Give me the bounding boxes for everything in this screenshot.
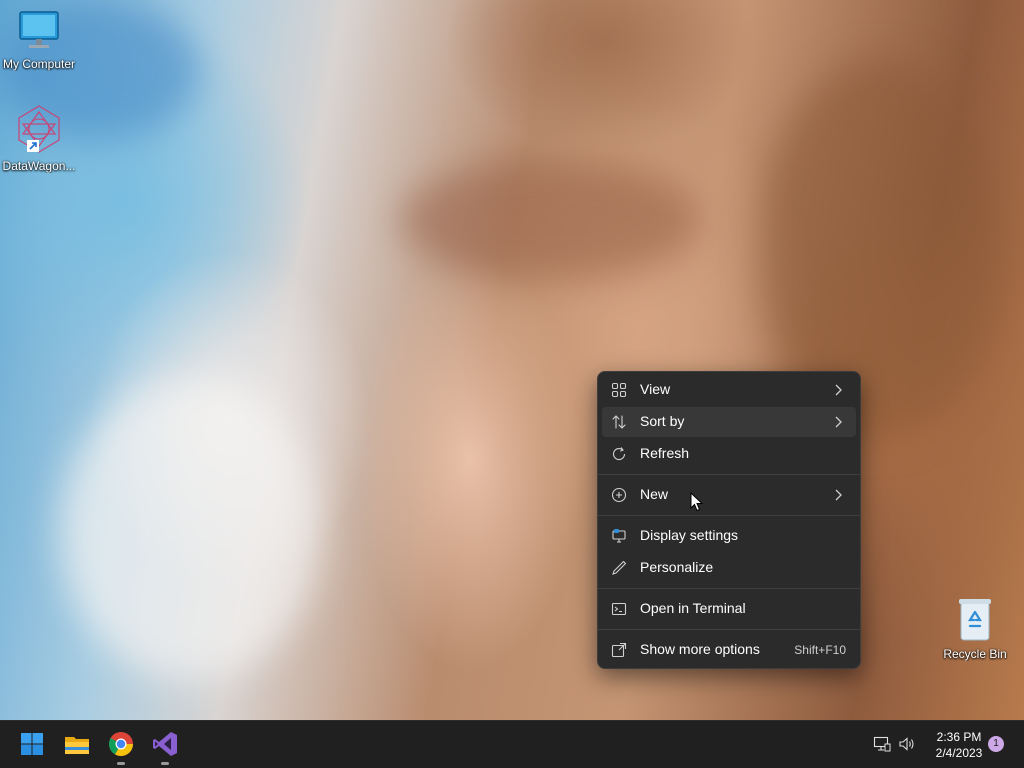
menu-item-view[interactable]: View <box>602 375 856 405</box>
desktop-icon-label: My Computer <box>2 57 76 71</box>
menu-item-label: Display settings <box>640 527 739 543</box>
menu-item-label: Open in Terminal <box>640 600 746 616</box>
menu-item-label: View <box>640 381 671 397</box>
menu-item-label: Refresh <box>640 445 690 461</box>
display-settings-icon <box>612 529 626 543</box>
desktop-context-menu: View Sort by Refresh New Display setting… <box>597 371 861 669</box>
menu-item-label: Personalize <box>640 559 714 575</box>
mouse-cursor-icon <box>690 492 704 512</box>
clock-date: 2/4/2023 <box>935 746 983 760</box>
menu-item-open-in-terminal[interactable]: Open in Terminal <box>602 594 856 624</box>
menu-item-refresh[interactable]: Refresh <box>602 439 856 469</box>
monitor-icon <box>19 11 59 48</box>
sort-icon <box>612 415 626 429</box>
menu-separator <box>598 629 860 630</box>
running-indicator <box>117 762 125 765</box>
windows-start-icon <box>21 733 43 755</box>
menu-separator <box>598 515 860 516</box>
chevron-right-icon <box>835 384 842 396</box>
desktop-wallpaper[interactable] <box>0 0 1024 720</box>
folder-icon <box>65 737 89 754</box>
shortcut-hint: Shift+F10 <box>794 643 846 657</box>
menu-separator <box>598 588 860 589</box>
menu-item-personalize[interactable]: Personalize <box>602 553 856 583</box>
refresh-icon <box>612 447 626 461</box>
menu-item-display-settings[interactable]: Display settings <box>602 521 856 551</box>
menu-separator <box>598 474 860 475</box>
desktop-icon-label: DataWagon... <box>2 159 76 173</box>
running-indicator <box>161 762 169 765</box>
clock-time: 2:36 PM <box>936 730 982 744</box>
menu-item-label: Show more options <box>640 641 760 657</box>
desktop-icon-my-computer[interactable]: My Computer <box>0 8 78 71</box>
terminal-icon <box>611 602 627 616</box>
more-options-icon <box>611 642 627 658</box>
recycle-bin-icon <box>959 599 991 641</box>
personalize-pen-icon <box>612 560 627 575</box>
taskbar: 2:36 PM 2/4/2023 <box>0 720 1024 768</box>
wallpaper-shading <box>400 160 700 280</box>
menu-item-new[interactable]: New <box>602 480 856 510</box>
desktop-icon-label: Recycle Bin <box>943 647 1007 661</box>
new-plus-icon <box>611 487 627 503</box>
volume-icon[interactable] <box>898 736 916 752</box>
datawagon-icon <box>18 105 60 153</box>
menu-item-show-more-options[interactable]: Show more options Shift+F10 <box>602 635 856 665</box>
taskbar-clock[interactable]: 2:36 PM 2/4/2023 <box>926 729 992 761</box>
chevron-right-icon <box>835 416 842 428</box>
menu-item-label: New <box>640 486 669 502</box>
wallpaper-shading <box>60 380 320 680</box>
notification-badge[interactable]: 1 <box>988 736 1004 752</box>
desktop-icon-datawagon[interactable]: DataWagon... <box>0 104 78 173</box>
view-grid-icon <box>611 382 627 398</box>
menu-item-sort-by[interactable]: Sort by <box>602 407 856 437</box>
taskbar-file-explorer[interactable] <box>62 729 92 759</box>
menu-item-label: Sort by <box>640 413 685 429</box>
taskbar-chrome[interactable] <box>106 729 136 765</box>
chevron-right-icon <box>835 489 842 501</box>
network-icon[interactable] <box>873 736 891 752</box>
taskbar-start-button[interactable] <box>17 729 47 759</box>
visual-studio-icon <box>153 732 177 756</box>
taskbar-visual-studio[interactable] <box>150 729 180 765</box>
desktop-icon-recycle-bin[interactable]: Recycle Bin <box>936 596 1014 661</box>
chrome-icon <box>108 732 133 757</box>
